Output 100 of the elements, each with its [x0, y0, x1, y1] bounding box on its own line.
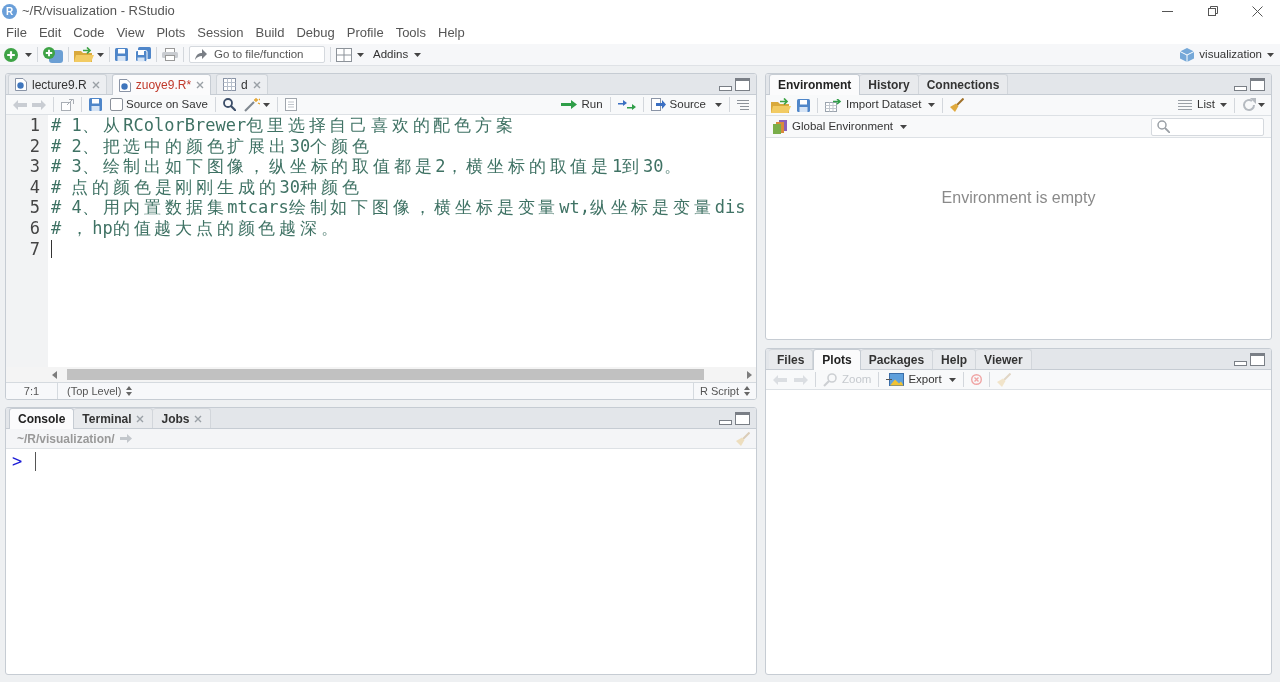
tab[interactable]: Packages — [860, 349, 934, 369]
tab[interactable]: Console — [9, 408, 75, 429]
arrow-icon — [561, 100, 578, 109]
printer-icon[interactable] — [162, 48, 178, 61]
maximize-icon[interactable] — [1250, 352, 1265, 366]
line-number: 4 — [28, 176, 41, 198]
import-dataset-button[interactable]: Import Dataset — [825, 96, 936, 114]
text-cursor — [35, 452, 37, 471]
caret-icon[interactable] — [1258, 103, 1265, 107]
menu-item[interactable]: Tools — [395, 23, 426, 43]
tab[interactable]: Plots — [813, 349, 861, 370]
view-mode-dropdown[interactable]: List — [1178, 96, 1227, 114]
tab[interactable]: Help — [933, 349, 977, 369]
caret-icon — [715, 102, 722, 107]
search-icon — [1157, 120, 1170, 133]
caret-icon — [1267, 52, 1274, 57]
editor-tab[interactable]: lecture9.R — [8, 74, 107, 94]
source-button[interactable]: Source — [650, 95, 722, 114]
table-icon — [223, 78, 237, 91]
broom-icon[interactable] — [950, 98, 965, 112]
minimize-icon[interactable] — [1162, 10, 1173, 12]
scroll-right-icon[interactable] — [747, 370, 752, 379]
addins-button[interactable]: Addins — [373, 45, 422, 64]
minimize-icon[interactable] — [719, 85, 732, 91]
line-number: 1 — [28, 115, 41, 136]
scrollbar-thumb[interactable] — [67, 369, 704, 380]
rerun-icon[interactable] — [617, 99, 636, 110]
tab[interactable]: Files — [769, 349, 814, 369]
new-file-icon[interactable] — [4, 47, 18, 62]
console-prompt: > — [12, 451, 23, 471]
grid-icon[interactable] — [336, 47, 352, 62]
table-arrow-icon — [825, 98, 842, 112]
menu-item[interactable]: View — [116, 23, 145, 43]
new-project-icon[interactable] — [43, 46, 63, 63]
close-icon[interactable] — [1252, 5, 1263, 17]
menu-item[interactable]: Profile — [346, 23, 384, 43]
minimize-icon[interactable] — [719, 419, 732, 425]
checkbox[interactable] — [110, 98, 123, 111]
window-title: ~/R/visualization - RStudio — [22, 2, 175, 21]
scope-dropdown[interactable]: (Top Level) — [58, 382, 133, 399]
editor-tab[interactable]: d — [216, 74, 268, 94]
menu-item[interactable]: Help — [438, 23, 465, 43]
menu-item[interactable]: Build — [255, 23, 285, 43]
maximize-icon[interactable] — [1250, 77, 1265, 91]
save-icon[interactable] — [89, 98, 102, 111]
minimize-icon[interactable] — [1234, 85, 1247, 91]
caret-icon[interactable] — [357, 52, 364, 57]
up-down-arrows-icon — [126, 386, 133, 396]
maximize-icon[interactable] — [735, 411, 750, 425]
run-button[interactable]: Run — [561, 95, 603, 114]
caret-icon[interactable] — [25, 52, 32, 57]
image-icon — [886, 373, 905, 386]
caret-icon — [948, 377, 956, 382]
line-number: 5 — [28, 197, 41, 218]
export-button[interactable]: Export — [886, 370, 956, 389]
new-window-icon[interactable] — [61, 98, 74, 111]
tab[interactable]: Viewer — [976, 349, 1032, 369]
search-icon[interactable] — [222, 98, 236, 111]
tab[interactable]: Terminal — [74, 408, 154, 428]
caret-icon[interactable] — [97, 52, 104, 57]
menu-item[interactable]: Edit — [38, 23, 62, 43]
checkbox-label[interactable]: Source on Save — [126, 95, 208, 114]
caret-icon[interactable] — [262, 102, 270, 107]
project-button[interactable]: visualization — [1180, 45, 1274, 64]
scroll-left-icon[interactable] — [52, 370, 57, 379]
notebook-icon[interactable] — [284, 98, 297, 111]
menu-item[interactable]: Code — [73, 23, 105, 43]
menu-item[interactable]: Session — [197, 23, 244, 43]
maximize-icon[interactable] — [735, 77, 750, 91]
editor-tab[interactable]: zuoye9.R* — [111, 74, 212, 95]
code-line: # 4、用内置数据集mtcars绘制如下图像，横坐标是变量wt,纵坐标是变量dis — [51, 197, 746, 218]
source-icon — [650, 98, 666, 111]
save-icon[interactable] — [115, 48, 128, 61]
menu-item[interactable]: Plots — [156, 23, 186, 43]
up-down-arrows-icon — [744, 386, 750, 396]
cube-icon — [1180, 47, 1195, 62]
goto-field[interactable]: Go to file/function — [189, 46, 325, 64]
line-number: 3 — [28, 156, 41, 177]
caret-icon — [900, 124, 907, 129]
minimize-icon[interactable] — [1234, 360, 1247, 366]
app-logo: R — [2, 3, 17, 19]
stacked-squares-icon — [773, 119, 787, 134]
file-type-dropdown[interactable]: R Script — [692, 383, 756, 399]
caret-icon — [414, 52, 422, 57]
folder-icon[interactable] — [771, 97, 791, 113]
menu-item[interactable]: Debug — [296, 23, 335, 43]
line-number: 6 — [28, 217, 41, 239]
save-all-icon[interactable] — [135, 47, 151, 62]
menu-item[interactable]: File — [6, 23, 27, 43]
save-icon[interactable] — [797, 98, 810, 112]
tab[interactable]: Jobs — [153, 408, 212, 428]
outline-icon[interactable] — [737, 99, 749, 110]
empty-message: Environment is empty — [941, 188, 1096, 206]
search-field[interactable] — [1151, 117, 1264, 136]
restore-icon[interactable] — [1207, 6, 1218, 16]
remove-icon[interactable] — [970, 374, 982, 385]
tab[interactable]: Environment — [769, 74, 861, 95]
line-number: 2 — [28, 135, 41, 157]
tab[interactable]: History — [860, 74, 919, 94]
tab[interactable]: Connections — [918, 74, 1009, 94]
